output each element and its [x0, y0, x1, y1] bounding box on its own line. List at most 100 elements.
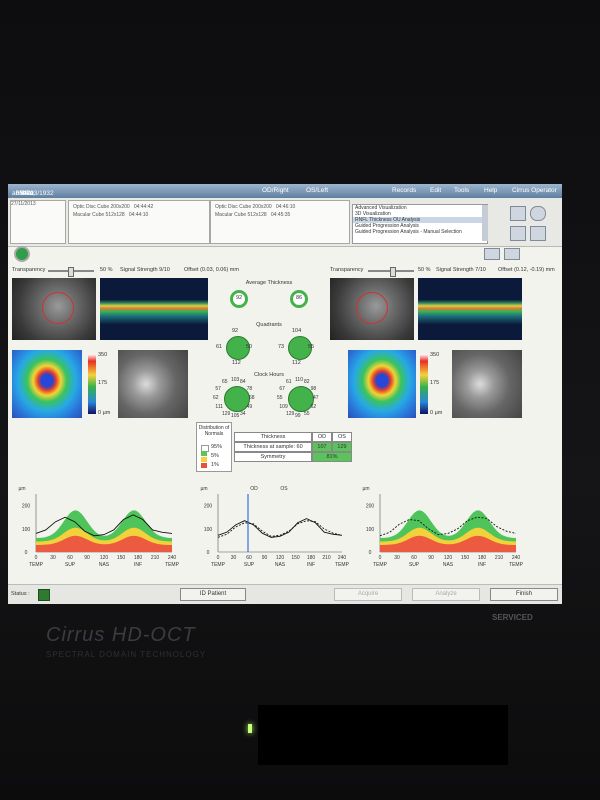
os-scan-list[interactable]: Optic Disc Cube 200x200 04:46:10 Macular… — [210, 200, 350, 244]
od-transparency-slider[interactable] — [48, 267, 94, 277]
clock-hour-value: 129 — [286, 410, 295, 417]
analyze-button[interactable]: Analyze — [412, 588, 480, 601]
chart-region-label: TEMP — [373, 562, 388, 568]
od-scan-circle — [42, 292, 74, 324]
os-scan-2[interactable]: Macular Cube 512x128 04:45:35 — [215, 212, 290, 218]
table-cell-od: 107 — [312, 442, 332, 452]
clock-hour-value: 84 — [240, 379, 246, 386]
menu-tools[interactable]: Tools — [454, 187, 469, 194]
od-transparency-label: Transparency — [12, 267, 46, 273]
od-thickness-map[interactable] — [12, 350, 82, 418]
os-fundus-image[interactable] — [330, 278, 414, 340]
od-average-value: 92 — [235, 295, 243, 301]
clock-hour-value: 57 — [215, 386, 221, 392]
menu-help[interactable]: Help — [484, 187, 497, 194]
od-slider-knob[interactable] — [68, 267, 74, 277]
table-cell-symmetry: 81% — [312, 452, 352, 462]
clock-hour-value: 99 — [295, 413, 301, 419]
os-transparency-slider[interactable] — [368, 267, 414, 277]
chart-x-tick: 30 — [50, 555, 56, 561]
os-deviation-map[interactable] — [452, 350, 522, 418]
chart-region-label: TEMP — [509, 562, 524, 568]
os-quad-bottom: 112 — [292, 360, 301, 366]
od-fundus-image[interactable] — [12, 278, 96, 340]
od-bscan-image[interactable] — [100, 278, 208, 340]
chart-unit-label: µm — [200, 486, 207, 492]
acquire-button[interactable]: Acquire — [334, 588, 402, 601]
clock-hour-value: 49 — [246, 404, 253, 410]
legend-swatch-yellow — [201, 457, 207, 462]
settings-icon[interactable] — [530, 206, 546, 221]
od-scan-2[interactable]: Macular Cube 512x128 04:44:10 — [73, 212, 148, 218]
clock-hour-value: 68 — [249, 395, 255, 401]
os-bscan-image[interactable] — [418, 278, 522, 340]
chart-x-tick: 90 — [428, 555, 434, 561]
chart-x-tick: 30 — [394, 555, 400, 561]
finish-button[interactable]: Finish — [490, 588, 558, 601]
chart-x-tick: 0 — [35, 555, 38, 561]
clock-hour-value: 34 — [240, 410, 246, 417]
chart-y-tick: 200 — [204, 504, 213, 510]
chart-x-tick: 210 — [495, 555, 504, 561]
chart-y-tick: 0 — [25, 550, 28, 556]
legend-od-label: OD — [250, 486, 258, 492]
eye-select-od-icon[interactable] — [14, 246, 30, 262]
od-deviation-map[interactable] — [118, 350, 188, 418]
print-icon[interactable] — [510, 226, 526, 241]
tsnit-charts: µm20010000 30 60 90 120 150 180 210 240TEMP SUP NA… — [18, 486, 524, 568]
exam-date-box[interactable]: 27/11/2013 — [10, 200, 66, 244]
table-header-thickness: Thickness — [234, 432, 312, 442]
od-scale-top: 350 — [98, 352, 108, 358]
clock-hour-value: 65 — [222, 379, 228, 386]
menu-operator[interactable]: Cirrus Operator — [512, 187, 557, 194]
od-quad-right: 50 — [246, 344, 253, 350]
status-label: Status : — [11, 591, 30, 597]
layout-icon[interactable] — [504, 248, 520, 260]
chart-x-tick: 60 — [411, 555, 417, 561]
service-sticker: SERVICED — [492, 614, 568, 666]
os-scan-1[interactable]: Optic Disc Cube 200x200 04:46:10 — [215, 204, 295, 210]
os-slider-knob[interactable] — [390, 267, 396, 277]
clock-hour-value: 55 — [277, 395, 283, 401]
chart-y-tick: 200 — [366, 504, 375, 510]
export-icon[interactable] — [530, 226, 546, 241]
table-header-od: OD — [312, 432, 332, 442]
analysis-list[interactable]: Advanced Visualization 3D Visualization … — [352, 204, 488, 244]
clock-hour-value: 62 — [213, 395, 219, 401]
os-color-scale — [420, 354, 428, 414]
power-led — [248, 724, 252, 733]
od-eye-toggle[interactable]: OD/Right — [262, 187, 289, 194]
os-signal-strength: Signal Strength 7/10 — [436, 267, 486, 273]
clock-hour-value: 111 — [215, 404, 224, 410]
od-scan-list[interactable]: Optic Disc Cube 200x200 04:44:42 Macular… — [68, 200, 210, 244]
od-scan-1[interactable]: Optic Disc Cube 200x200 04:44:42 — [73, 204, 153, 210]
chart-y-tick: 0 — [369, 550, 372, 556]
chart-region-label: NAS — [99, 562, 110, 568]
legend-swatch-green — [201, 451, 207, 456]
brand-logo: Cirrus HD-OCT SPECTRAL DOMAIN TECHNOLOGY — [46, 624, 206, 659]
chart-y-tick: 200 — [22, 504, 31, 510]
save-icon[interactable] — [510, 206, 526, 221]
analysis-item[interactable]: Guided Progression Analysis - Manual Sel… — [353, 229, 487, 235]
chart-x-tick: 0 — [379, 555, 382, 561]
os-thickness-map[interactable] — [348, 350, 416, 418]
chart-x-tick: 90 — [84, 555, 90, 561]
id-patient-button[interactable]: ID Patient — [180, 588, 246, 601]
chart-x-tick: 0 — [217, 555, 220, 561]
chart-x-tick: 60 — [246, 555, 252, 561]
chart-x-tick: 240 — [338, 555, 347, 561]
layout-icon[interactable] — [484, 248, 500, 260]
menu-edit[interactable]: Edit — [430, 187, 441, 194]
od-signal-strength: Signal Strength 9/10 — [120, 267, 170, 273]
legend-1: 1% — [211, 462, 219, 468]
brand-tagline: SPECTRAL DOMAIN TECHNOLOGY — [46, 650, 207, 659]
clock-hour-value: 98 — [310, 386, 317, 392]
chart-x-tick: 120 — [276, 555, 285, 561]
os-transparency-value: 50 % — [418, 267, 431, 273]
os-eye-toggle[interactable]: OS/Left — [306, 187, 328, 194]
analysis-list-scrollbar[interactable] — [482, 205, 488, 241]
menu-records[interactable]: Records — [392, 187, 416, 194]
average-thickness-title: Average Thickness — [245, 280, 293, 286]
od-scale-bottom: 0 µm — [98, 410, 111, 416]
sticker-title: SERVICED — [492, 613, 533, 622]
